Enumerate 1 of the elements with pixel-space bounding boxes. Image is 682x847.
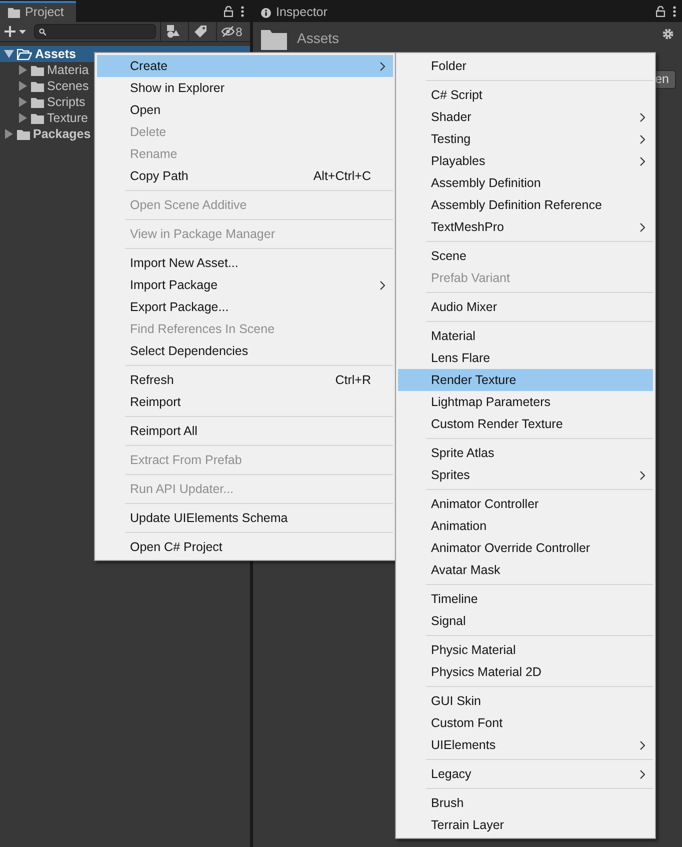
asset-title: Assets — [297, 29, 340, 48]
